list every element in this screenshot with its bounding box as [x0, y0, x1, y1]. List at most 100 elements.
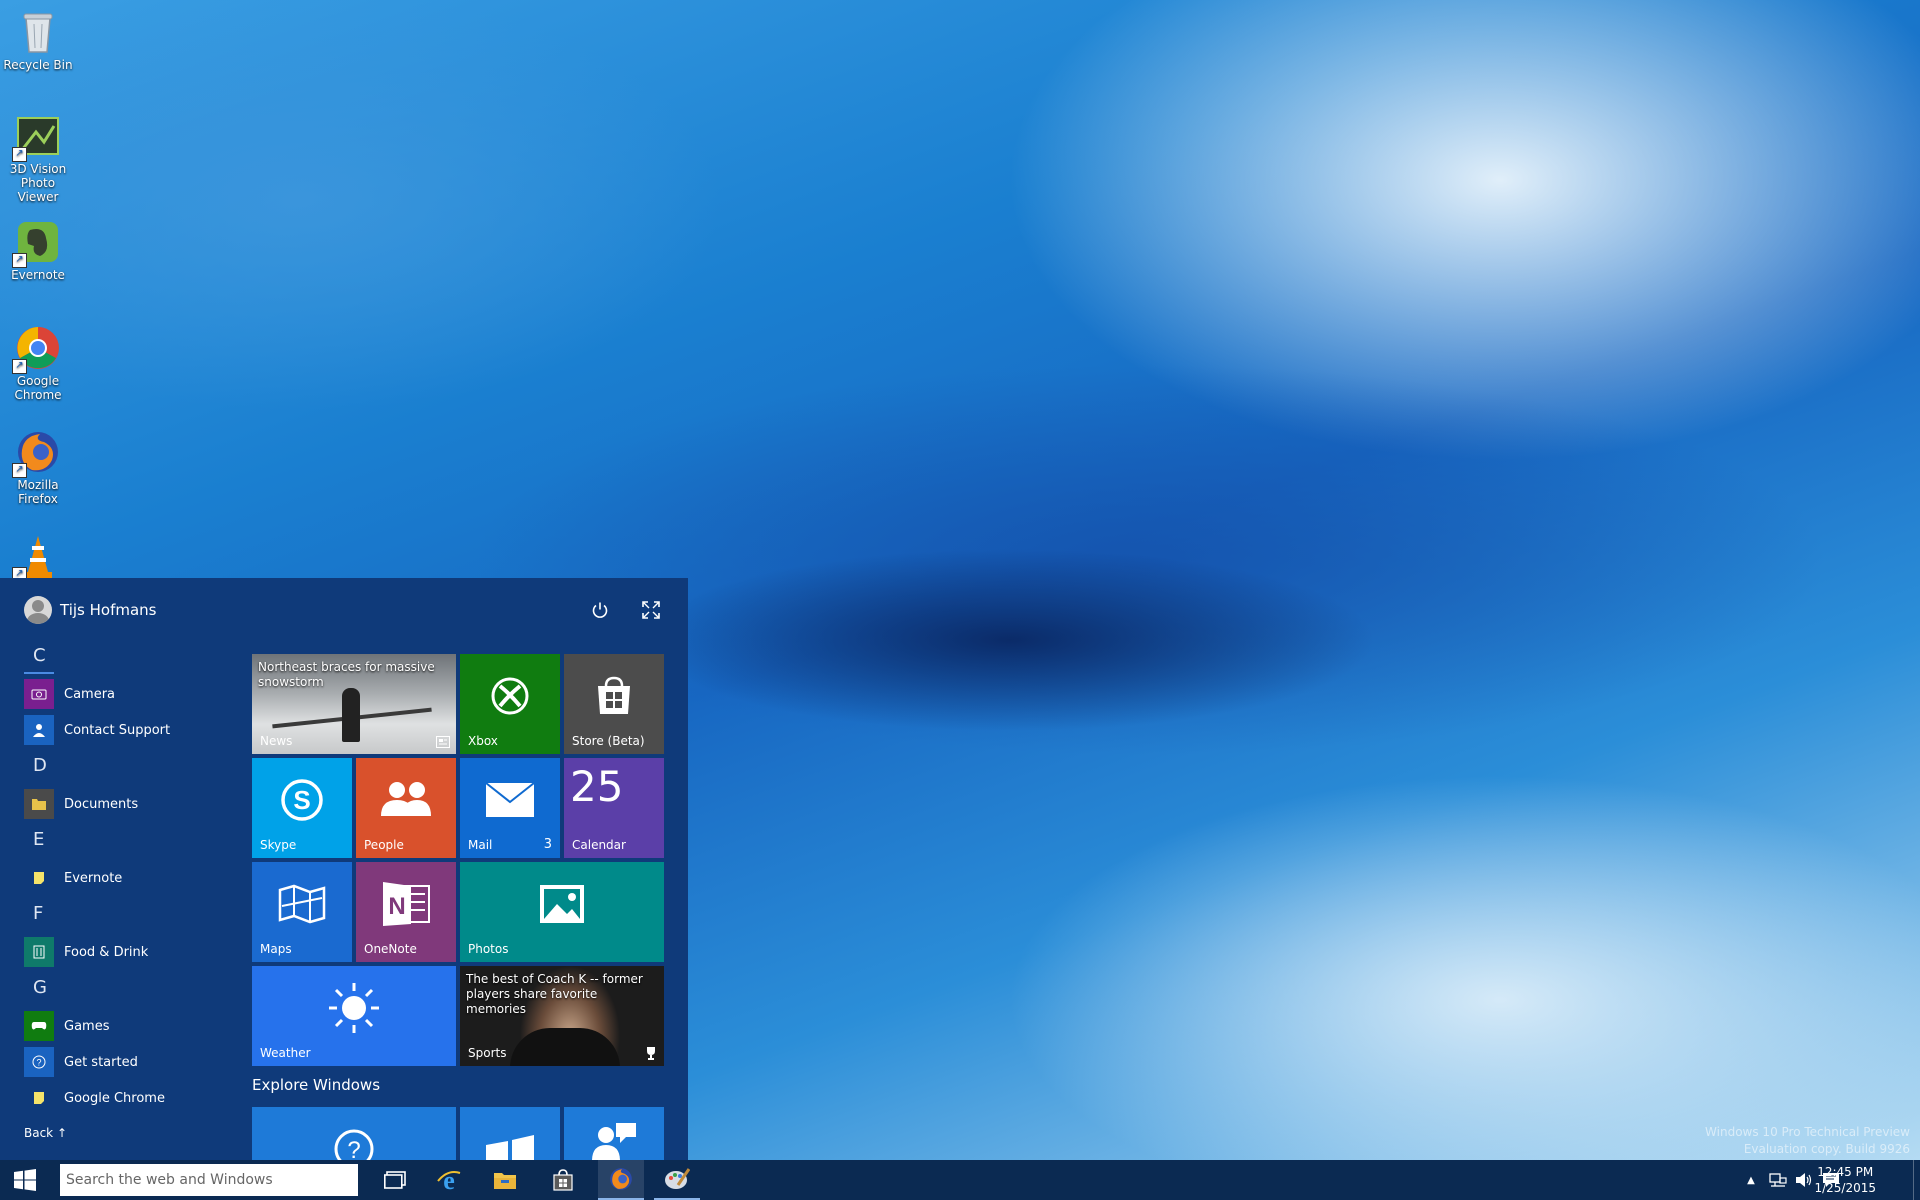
show-desktop-button[interactable]	[1913, 1160, 1920, 1200]
store-icon	[598, 676, 630, 714]
onenote-icon: N	[383, 882, 430, 926]
news-badge-icon	[436, 736, 450, 748]
sports-photo-person	[510, 1028, 620, 1066]
network-tray-button[interactable]	[1766, 1160, 1790, 1200]
windows-logo-icon	[486, 1135, 534, 1160]
tray-clock[interactable]: 12:45 PM 1/25/2015	[1814, 1164, 1876, 1196]
app-item-camera[interactable]: Camera	[0, 676, 240, 712]
shortcut-arrow-icon: ↗	[12, 463, 27, 478]
tile-xbox[interactable]: Xbox	[460, 654, 560, 754]
file-explorer-button[interactable]	[482, 1160, 528, 1200]
user-avatar-icon	[24, 596, 52, 624]
back-button[interactable]: Back ↑	[24, 1126, 67, 1140]
desktop-icon-label: Recycle Bin	[3, 58, 73, 72]
tile-label: People	[364, 838, 404, 852]
fullscreen-button[interactable]	[633, 590, 669, 626]
shortcut-arrow-icon: ↗	[12, 359, 27, 374]
watermark-line-1: Windows 10 Pro Technical Preview	[1705, 1125, 1910, 1139]
volume-tray-button[interactable]	[1792, 1160, 1816, 1200]
tile-label: Maps	[260, 942, 292, 956]
svg-text:?: ?	[347, 1137, 360, 1160]
app-item-evernote[interactable]: Evernote	[0, 860, 240, 896]
desktop-icon-recycle-bin[interactable]: Recycle Bin	[0, 8, 76, 72]
tile-explore-feedback[interactable]	[564, 1107, 664, 1160]
desktop-icon-label: Google Chrome	[14, 374, 62, 402]
all-apps-list: C Camera Contact Support D Documents E E…	[0, 638, 240, 1116]
paint-taskbar-button[interactable]	[654, 1160, 700, 1200]
build-watermark: Windows 10 Pro Technical Preview Evaluat…	[1590, 1124, 1910, 1158]
xbox-icon	[491, 677, 529, 715]
tile-label: Photos	[468, 942, 509, 956]
tile-photos[interactable]: Photos	[460, 862, 664, 962]
tile-explore-windows[interactable]	[460, 1107, 560, 1160]
trophy-icon	[647, 1047, 655, 1060]
tile-weather[interactable]: Weather	[252, 966, 456, 1066]
tile-explore-help[interactable]: ?	[252, 1107, 456, 1160]
internet-explorer-button[interactable]: e	[426, 1160, 472, 1200]
letter-header-d[interactable]: D	[0, 748, 240, 786]
desktop-icon-chrome[interactable]: ↗ Google Chrome	[0, 324, 76, 402]
volume-icon	[1796, 1173, 1812, 1187]
letter-header-g[interactable]: G	[0, 970, 240, 1008]
photos-icon	[540, 885, 584, 923]
3d-vision-icon: ↗	[12, 112, 62, 162]
svg-text:S: S	[293, 785, 310, 815]
tile-calendar[interactable]: 25 Calendar	[564, 758, 664, 858]
user-account-button[interactable]: Tijs Hofmans	[24, 594, 156, 626]
letter-header-e[interactable]: E	[0, 822, 240, 860]
start-menu: Tijs Hofmans C Camera Contact Support D …	[0, 578, 688, 1160]
people-icon	[381, 782, 431, 816]
show-hidden-icons-button[interactable]: ▲	[1740, 1160, 1762, 1200]
tile-onenote[interactable]: N OneNote	[356, 862, 456, 962]
map-icon	[278, 884, 326, 924]
desktop-icon-evernote[interactable]: ↗ Evernote	[0, 218, 76, 282]
tile-label: Sports	[468, 1046, 507, 1060]
svg-text:e: e	[443, 1167, 455, 1193]
app-item-label: Contact Support	[64, 722, 171, 738]
chevron-up-icon: ▲	[1747, 1174, 1755, 1186]
app-item-contact-support[interactable]: Contact Support	[0, 712, 240, 748]
app-item-documents[interactable]: Documents	[0, 786, 240, 822]
tile-sports[interactable]: The best of Coach K -- former players sh…	[460, 966, 664, 1066]
desktop-icon-label: Evernote	[11, 268, 65, 282]
task-view-icon	[384, 1171, 406, 1189]
evernote-icon: ↗	[12, 218, 62, 268]
start-button[interactable]	[0, 1160, 50, 1200]
windows-logo-icon	[14, 1169, 36, 1191]
letter-header-f[interactable]: F	[0, 896, 240, 934]
news-headline: Northeast braces for massive snowstorm	[258, 660, 435, 689]
chrome-icon: ↗	[12, 324, 62, 374]
desktop-icon-firefox[interactable]: ↗ Mozilla Firefox	[0, 428, 76, 506]
letter-header-c[interactable]: C	[0, 638, 240, 676]
store-button[interactable]	[540, 1160, 586, 1200]
app-item-label: Camera	[64, 686, 116, 702]
tile-news[interactable]: Northeast braces for massive snowstorm N…	[252, 654, 456, 754]
clock-time: 12:45 PM	[1817, 1165, 1874, 1179]
note-icon	[24, 1083, 54, 1113]
tile-skype[interactable]: S Skype	[252, 758, 352, 858]
app-item-google-chrome[interactable]: Google Chrome	[0, 1080, 240, 1116]
app-item-games[interactable]: Games	[0, 1008, 240, 1044]
task-view-button[interactable]	[372, 1160, 418, 1200]
recycle-bin-icon	[14, 8, 62, 56]
tile-people[interactable]: People	[356, 758, 456, 858]
mail-icon	[485, 782, 535, 817]
search-box[interactable]: Search the web and Windows	[60, 1164, 358, 1196]
desktop-icon-label: Mozilla Firefox	[17, 478, 59, 506]
desktop-icon-vlc[interactable]: ↗	[0, 532, 76, 582]
svg-text:N: N	[388, 893, 405, 920]
paint-icon	[665, 1168, 690, 1189]
app-item-food-drink[interactable]: Food & Drink	[0, 934, 240, 970]
app-item-get-started[interactable]: ? Get started	[0, 1044, 240, 1080]
firefox-taskbar-button[interactable]	[598, 1160, 644, 1200]
tile-store[interactable]: Store (Beta)	[564, 654, 664, 754]
help-icon: ?	[334, 1129, 374, 1160]
tile-label: Weather	[260, 1046, 311, 1060]
feedback-icon	[592, 1123, 636, 1160]
desktop-icon-3d-vision[interactable]: ↗ 3D Vision Photo Viewer	[0, 112, 76, 204]
tile-label: OneNote	[364, 942, 417, 956]
tile-mail[interactable]: Mail 3	[460, 758, 560, 858]
app-item-label: Evernote	[64, 870, 123, 886]
tile-maps[interactable]: Maps	[252, 862, 352, 962]
power-button[interactable]	[582, 590, 618, 626]
